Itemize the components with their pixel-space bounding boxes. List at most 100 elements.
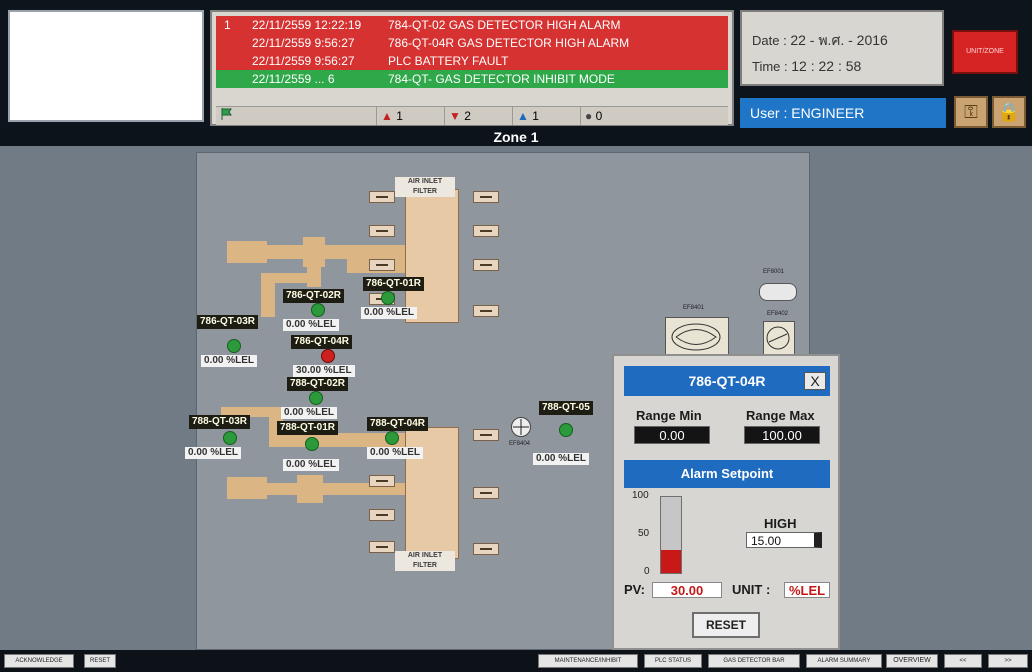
detector-tag[interactable]: 788-QT-01R [277, 421, 339, 435]
alarm-message: 786-QT-04R GAS DETECTOR HIGH ALARM [388, 36, 630, 50]
equipment-button[interactable] [369, 541, 395, 553]
detector-tag[interactable]: 786-QT-02R [283, 289, 345, 303]
detector-tag[interactable]: 786-QT-01R [363, 277, 425, 291]
damper-bottom [227, 477, 267, 499]
detector-reading: 30.00 %LEL [293, 365, 355, 377]
equipment-button[interactable] [473, 429, 499, 441]
fan-ef8402[interactable] [763, 321, 795, 357]
alarm-timestamp: 22/11/2559 ... 6 [252, 72, 335, 86]
alarm-row[interactable]: 22/11/2559 9:56:27 PLC BATTERY FAULT [216, 52, 728, 70]
acknowledge-button[interactable]: ACKNOWLEDGE [4, 654, 74, 668]
range-min-label: Range Min [636, 408, 702, 423]
range-max-value: 100.00 [744, 426, 820, 444]
detector-tag[interactable]: 788-QT-02R [287, 377, 349, 391]
fan-ef8401[interactable] [665, 317, 729, 359]
overview-button[interactable]: OVERVIEW [886, 654, 938, 668]
alarm-count-pink[interactable]: ▼ 2 [444, 107, 512, 125]
flag-icon[interactable] [216, 107, 236, 125]
equipment-button[interactable] [473, 543, 499, 555]
alarm-setpoint-header: Alarm Setpoint [624, 460, 830, 488]
gas-detector-bar-button[interactable]: GAS DETECTOR BAR [708, 654, 800, 668]
equipment-button[interactable] [369, 509, 395, 521]
alarm-timestamp: 22/11/2559 12:22:19 [252, 18, 362, 32]
detector-reading: 0.00 %LEL [283, 319, 340, 331]
reset-all-button[interactable]: RESET [84, 654, 116, 668]
equipment-button[interactable] [473, 305, 499, 317]
alarm-count-pink-value: 2 [464, 109, 471, 123]
next-page-button[interactable]: >> [988, 654, 1028, 668]
alarm-grey-icon: ● [585, 109, 593, 123]
range-min-value: 0.00 [634, 426, 710, 444]
scale-tick: 0 [644, 566, 650, 577]
user-bar: User : ENGINEER [740, 98, 946, 128]
alarm-message: PLC BATTERY FAULT [388, 54, 509, 68]
maintenance-inhibit-button[interactable]: MAINTENANCE/INHIBIT [538, 654, 638, 668]
fan-ef8404[interactable] [511, 417, 531, 437]
key-icon[interactable]: ⚿ [954, 96, 988, 128]
equipment-button[interactable] [473, 225, 499, 237]
unit-label: UNIT : [732, 582, 771, 597]
high-label: HIGH [764, 516, 797, 531]
pv-gauge [660, 496, 682, 574]
detector-tag[interactable]: 788-QT-03R [189, 415, 251, 429]
logo-area [8, 10, 204, 122]
fan-ef8001[interactable] [759, 283, 797, 301]
alarm-count-red[interactable]: ▲ 1 [376, 107, 444, 125]
detector-status-icon [305, 437, 319, 451]
date-value: 22 - พ.ศ. - 2016 [790, 32, 888, 48]
range-max-label: Range Max [746, 408, 815, 423]
unit-zone-button[interactable]: UNIT/ZONE [952, 30, 1018, 74]
reset-button[interactable]: RESET [692, 612, 760, 638]
pv-value: 30.00 [652, 582, 722, 598]
alarm-row[interactable]: 1 22/11/2559 12:22:19 784-QT-02 GAS DETECT… [216, 16, 728, 34]
detector-reading: 0.00 %LEL [367, 447, 424, 459]
detector-status-icon [309, 391, 323, 405]
popup-title: 786-QT-04R [624, 366, 830, 396]
detector-popup: 786-QT-04R X Range Min Range Max 0.00 10… [612, 354, 840, 650]
date-display: Date : 22 - พ.ศ. - 2016 [752, 30, 888, 52]
alarm-blue-icon: ▲ [517, 109, 529, 123]
alarm-count-blue[interactable]: ▲ 1 [512, 107, 580, 125]
lock-icon[interactable]: 🔒 [992, 96, 1026, 128]
duct-top-horizontal [267, 245, 407, 259]
detector-reading: 0.00 %LEL [201, 355, 258, 367]
alarm-count-grey[interactable]: ● 0 [580, 107, 648, 125]
previous-page-button[interactable]: << [944, 654, 982, 668]
alarm-message: 784-QT- GAS DETECTOR INHIBIT MODE [388, 72, 615, 86]
alarm-timestamp: 22/11/2559 9:56:27 [252, 36, 355, 50]
equipment-button[interactable] [473, 191, 499, 203]
equipment-label: EF8401 [683, 305, 705, 311]
filter-top-label: AIR INLET FILTER [395, 177, 455, 197]
equipment-button[interactable] [369, 225, 395, 237]
user-label: User : [750, 105, 788, 121]
equipment-button[interactable] [473, 487, 499, 499]
detector-reading: 0.00 %LEL [281, 407, 338, 419]
alarm-number: 1 [224, 18, 231, 32]
alarm-row[interactable]: 22/11/2559 ... 6 784-QT- GAS DETECTOR INH… [216, 70, 728, 88]
equipment-label: EF8404 [509, 441, 531, 447]
time-value: 12 : 22 : 58 [791, 58, 862, 74]
detector-tag[interactable]: 788-QT-05 [539, 401, 593, 415]
alarm-summary-button[interactable]: ALARM SUMMARY [806, 654, 882, 668]
detector-status-icon [227, 339, 241, 353]
detector-reading: 0.00 %LEL [283, 459, 340, 471]
detector-tag[interactable]: 788-QT-04R [367, 417, 429, 431]
plc-status-button[interactable]: PLC STATUS [644, 654, 702, 668]
close-icon[interactable]: X [804, 372, 826, 390]
detector-reading: 0.00 %LEL [533, 453, 590, 465]
equipment-button[interactable] [369, 259, 395, 271]
detector-alarm-icon [321, 349, 335, 363]
equipment-button[interactable] [369, 475, 395, 487]
filter-bottom-label: AIR INLET FILTER [395, 551, 455, 571]
alarm-message: 784-QT-02 GAS DETECTOR HIGH ALARM [388, 18, 621, 32]
alarm-row[interactable]: 22/11/2559 9:56:27 786-QT-04R GAS DETECTO… [216, 34, 728, 52]
high-setpoint-input[interactable]: 15.00 [746, 532, 822, 548]
detector-tag[interactable]: 786-QT-03R [197, 315, 259, 329]
equipment-label: EF8402 [767, 311, 789, 317]
equipment-button[interactable] [473, 259, 499, 271]
detector-reading: 0.00 %LEL [361, 307, 418, 319]
detector-tag[interactable]: 786-QT-04R [291, 335, 353, 349]
detector-status-icon [381, 291, 395, 305]
datetime-panel: Date : 22 - พ.ศ. - 2016 Time : 12 : 22 :… [740, 10, 944, 86]
equipment-button[interactable] [369, 191, 395, 203]
